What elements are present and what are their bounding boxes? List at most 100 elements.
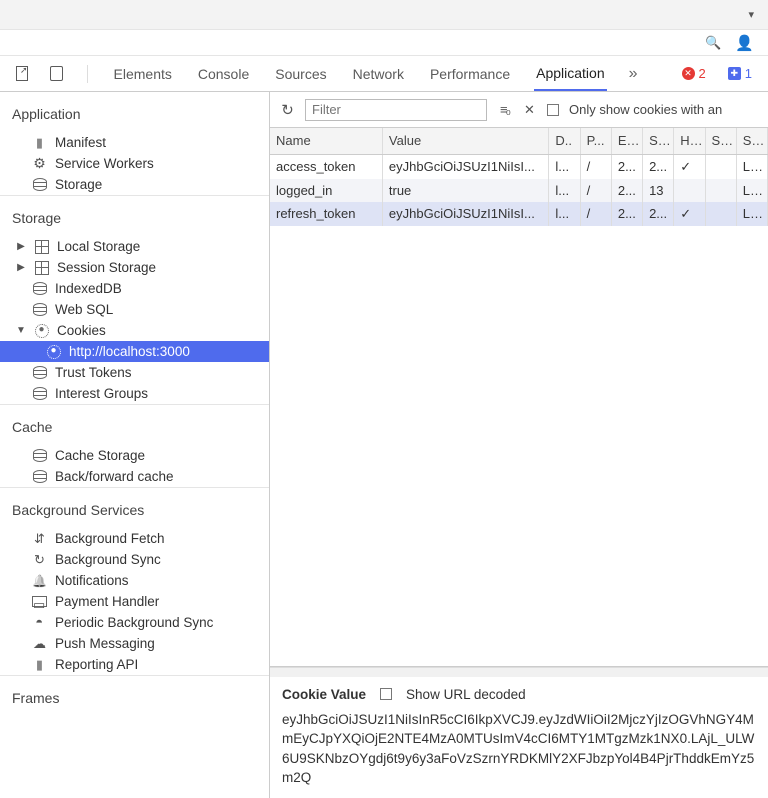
inspect-element-icon[interactable] (16, 66, 28, 81)
cell-s2[interactable] (705, 202, 736, 226)
cookie-filterbar: Only show cookies with an (270, 92, 768, 128)
cell-p[interactable]: / (580, 154, 611, 179)
sidebar-item-bg-fetch[interactable]: Background Fetch (0, 528, 269, 549)
sidebar-item-local-storage[interactable]: ▶Local Storage (0, 236, 269, 257)
cell-name[interactable]: logged_in (270, 179, 382, 202)
cookie-value-text[interactable]: eyJhbGciOiJSUzI1NiIsInR5cCI6IkpXVCJ9.eyJ… (282, 710, 756, 788)
file-icon (32, 135, 47, 150)
sidebar-item-cookies[interactable]: ▼Cookies (0, 320, 269, 341)
tab-console[interactable]: Console (196, 58, 251, 90)
section-cache: Cache (0, 404, 269, 445)
cell-s2[interactable] (705, 154, 736, 179)
cell-s2[interactable] (705, 179, 736, 202)
tab-sources[interactable]: Sources (273, 58, 328, 90)
filter-input[interactable] (305, 99, 487, 121)
cookie-value-label: Cookie Value (282, 687, 366, 702)
cell-s[interactable]: 13 (643, 179, 674, 202)
sidebar-item-session-storage[interactable]: ▶Session Storage (0, 257, 269, 278)
clock-icon (32, 615, 47, 630)
cell-p[interactable]: / (580, 202, 611, 226)
sidebar-item-cache-storage[interactable]: Cache Storage (0, 445, 269, 466)
zoom-icon[interactable]: 🔍 (705, 35, 721, 51)
cookie-detail-panel: Cookie Value Show URL decoded eyJhbGciOi… (270, 677, 768, 798)
application-sidebar: Application Manifest Service Workers Sto… (0, 92, 270, 798)
error-badge[interactable]: ✕2 (682, 66, 706, 81)
tab-network[interactable]: Network (351, 58, 406, 90)
cell-h[interactable]: ✓ (674, 154, 705, 179)
sidebar-item-indexeddb[interactable]: IndexedDB (0, 278, 269, 299)
section-frames: Frames (0, 675, 269, 716)
col-size[interactable]: S... (643, 128, 674, 154)
grid-icon (34, 239, 49, 254)
cell-value[interactable]: true (382, 179, 549, 202)
cell-p[interactable]: / (580, 179, 611, 202)
cell-h[interactable]: ✓ (674, 202, 705, 226)
cell-e[interactable]: 2... (611, 179, 642, 202)
col-samesite[interactable]: S... (736, 128, 767, 154)
user-icon[interactable]: 👤 (735, 34, 754, 52)
cell-name[interactable]: refresh_token (270, 202, 382, 226)
sidebar-item-cookies-localhost[interactable]: http://localhost:3000 (0, 341, 269, 362)
sidebar-item-storage[interactable]: Storage (0, 174, 269, 195)
sidebar-item-bf-cache[interactable]: Back/forward cache (0, 466, 269, 487)
cell-value[interactable]: eyJhbGciOiJSUzI1NiIsI... (382, 154, 549, 179)
col-secure[interactable]: S... (705, 128, 736, 154)
cell-value[interactable]: eyJhbGciOiJSUzI1NiIsI... (382, 202, 549, 226)
sidebar-item-websql[interactable]: Web SQL (0, 299, 269, 320)
refresh-icon[interactable] (280, 102, 295, 117)
report-icon (32, 657, 47, 672)
sidebar-item-trust-tokens[interactable]: Trust Tokens (0, 362, 269, 383)
filter-match-icon[interactable] (497, 102, 512, 117)
cell-name[interactable]: access_token (270, 154, 382, 179)
tab-elements[interactable]: Elements (112, 58, 174, 90)
chevron-down-icon[interactable]: ▾ (748, 8, 754, 21)
sidebar-item-notifications[interactable]: Notifications (0, 570, 269, 591)
database-icon (32, 386, 47, 401)
sidebar-item-payment-handler[interactable]: Payment Handler (0, 591, 269, 612)
tab-performance[interactable]: Performance (428, 58, 512, 90)
cell-s3[interactable]: Lax (736, 179, 767, 202)
cell-e[interactable]: 2... (611, 202, 642, 226)
only-httponly-checkbox[interactable] (547, 104, 559, 116)
sidebar-item-bg-sync[interactable]: Background Sync (0, 549, 269, 570)
cell-s3[interactable]: Lax (736, 202, 767, 226)
col-name[interactable]: Name (270, 128, 382, 154)
cloud-icon (32, 636, 47, 651)
collapse-arrow-icon[interactable]: ▼ (16, 325, 26, 336)
cell-d[interactable]: l... (549, 154, 580, 179)
expand-arrow-icon[interactable]: ▶ (16, 241, 26, 252)
col-httponly[interactable]: H... (674, 128, 705, 154)
cell-d[interactable]: l... (549, 202, 580, 226)
tab-application[interactable]: Application (534, 57, 607, 91)
table-row[interactable]: logged_intruel.../2...13 Lax (270, 179, 768, 202)
sidebar-item-service-workers[interactable]: Service Workers (0, 153, 269, 174)
col-expires[interactable]: E... (611, 128, 642, 154)
gear-icon (32, 156, 47, 171)
sidebar-item-manifest[interactable]: Manifest (0, 132, 269, 153)
clear-icon[interactable] (522, 102, 537, 117)
expand-arrow-icon[interactable]: ▶ (16, 262, 26, 273)
cell-s[interactable]: 2... (643, 154, 674, 179)
window-topbar: ▾ (0, 0, 768, 30)
cookies-table: Name Value D.. P... E... S... H... S... … (270, 128, 768, 226)
table-row[interactable]: access_tokeneyJhbGciOiJSUzI1NiIsI...l...… (270, 154, 768, 179)
sidebar-item-reporting-api[interactable]: Reporting API (0, 654, 269, 675)
sidebar-item-push-messaging[interactable]: Push Messaging (0, 633, 269, 654)
message-badge[interactable]: ✚1 (728, 66, 752, 81)
cell-d[interactable]: l... (549, 179, 580, 202)
sidebar-item-periodic-sync[interactable]: Periodic Background Sync (0, 612, 269, 633)
col-value[interactable]: Value (382, 128, 549, 154)
horizontal-scrollbar[interactable] (270, 667, 768, 677)
show-decoded-checkbox[interactable] (380, 688, 392, 700)
message-icon: ✚ (728, 67, 741, 80)
table-row[interactable]: refresh_tokeneyJhbGciOiJSUzI1NiIsI...l..… (270, 202, 768, 226)
cell-e[interactable]: 2... (611, 154, 642, 179)
cell-s3[interactable]: Lax (736, 154, 767, 179)
device-toolbar-icon[interactable] (50, 66, 62, 81)
more-tabs-icon[interactable]: » (629, 65, 638, 83)
col-path[interactable]: P... (580, 128, 611, 154)
col-domain[interactable]: D.. (549, 128, 580, 154)
cell-h[interactable] (674, 179, 705, 202)
cell-s[interactable]: 2... (643, 202, 674, 226)
sidebar-item-interest-groups[interactable]: Interest Groups (0, 383, 269, 404)
